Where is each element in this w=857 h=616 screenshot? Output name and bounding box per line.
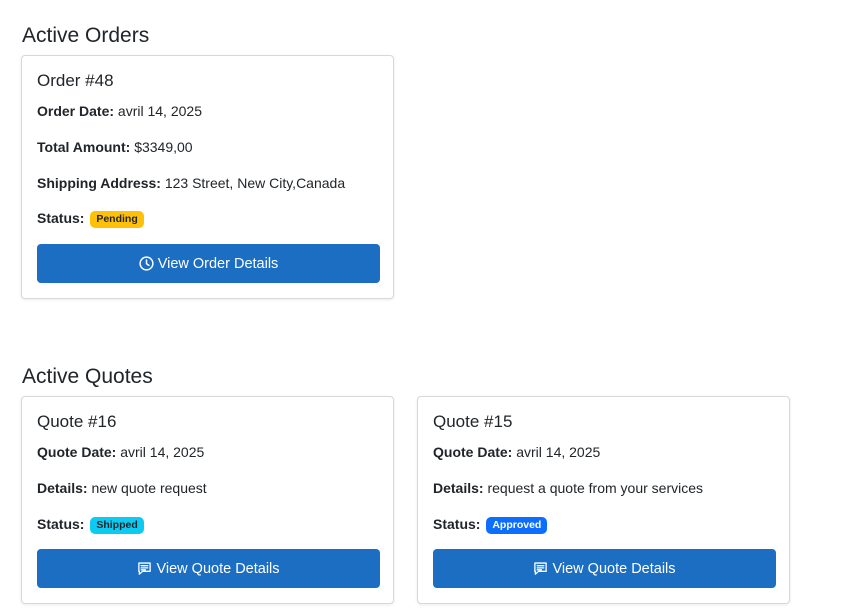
view-quote-details-label: View Quote Details bbox=[552, 560, 676, 577]
quote-details-row: Details: new quote request bbox=[37, 481, 207, 495]
quote-status-label: Status: bbox=[37, 516, 85, 532]
quote-status-row: Status: Shipped bbox=[37, 517, 144, 534]
quote-title: Quote #15 bbox=[433, 412, 513, 431]
quote-status-row: Status: Approved bbox=[433, 516, 548, 534]
quote-date-value: avril 14, 2025 bbox=[516, 444, 601, 460]
total-amount-row: Total Amount: $3349,00 bbox=[37, 140, 193, 154]
quote-date-label: Quote Date: bbox=[37, 444, 117, 460]
quote-details-row: Details: request a quote from your servi… bbox=[433, 481, 703, 495]
status-badge-pending: Pending bbox=[90, 211, 144, 228]
quote-details-label: Details: bbox=[433, 480, 484, 496]
quote-date-label: Quote Date: bbox=[433, 444, 513, 460]
quote-details-label: Details: bbox=[37, 480, 88, 496]
message-icon bbox=[138, 562, 152, 575]
quote-date-row: Quote Date: avril 14, 2025 bbox=[433, 445, 600, 459]
clock-icon bbox=[139, 256, 154, 271]
order-card: Order #48 Order Date: avril 14, 2025 Tot… bbox=[21, 55, 394, 299]
order-status-row: Status: Pending bbox=[37, 211, 144, 228]
status-badge-shipped: Shipped bbox=[90, 517, 144, 534]
quote-card-15: Quote #15 Quote Date: avril 14, 2025 Det… bbox=[417, 396, 790, 604]
quote-title: Quote #16 bbox=[37, 412, 117, 431]
quote-details-value: request a quote from your services bbox=[487, 480, 704, 496]
order-date-label: Order Date: bbox=[37, 103, 115, 119]
shipping-address-row: Shipping Address: 123 Street, New City,C… bbox=[37, 176, 345, 190]
message-icon bbox=[534, 562, 548, 575]
view-quote-details-label: View Quote Details bbox=[156, 560, 280, 577]
order-status-label: Status: bbox=[37, 210, 85, 226]
quote-date-value: avril 14, 2025 bbox=[120, 444, 205, 460]
quote-date-row: Quote Date: avril 14, 2025 bbox=[37, 445, 204, 459]
quote-status-label: Status: bbox=[433, 516, 481, 532]
order-date-row: Order Date: avril 14, 2025 bbox=[37, 104, 202, 118]
active-orders-heading: Active Orders bbox=[22, 24, 150, 47]
quote-details-value: new quote request bbox=[91, 480, 207, 496]
view-quote-details-button[interactable]: View Quote Details bbox=[37, 549, 380, 588]
shipping-address-value: 123 Street, New City,Canada bbox=[164, 175, 346, 191]
active-quotes-heading: Active Quotes bbox=[22, 365, 153, 388]
order-title: Order #48 bbox=[37, 71, 114, 90]
status-badge-approved: Approved bbox=[486, 517, 548, 534]
view-order-details-button[interactable]: View Order Details bbox=[37, 244, 380, 283]
view-order-details-label: View Order Details bbox=[157, 255, 279, 272]
total-amount-label: Total Amount: bbox=[37, 139, 131, 155]
shipping-address-label: Shipping Address: bbox=[37, 175, 161, 191]
view-quote-details-button[interactable]: View Quote Details bbox=[433, 549, 776, 588]
order-date-value: avril 14, 2025 bbox=[117, 103, 202, 119]
total-amount-value: $3349,00 bbox=[134, 139, 193, 155]
quote-card-16: Quote #16 Quote Date: avril 14, 2025 Det… bbox=[21, 396, 394, 604]
